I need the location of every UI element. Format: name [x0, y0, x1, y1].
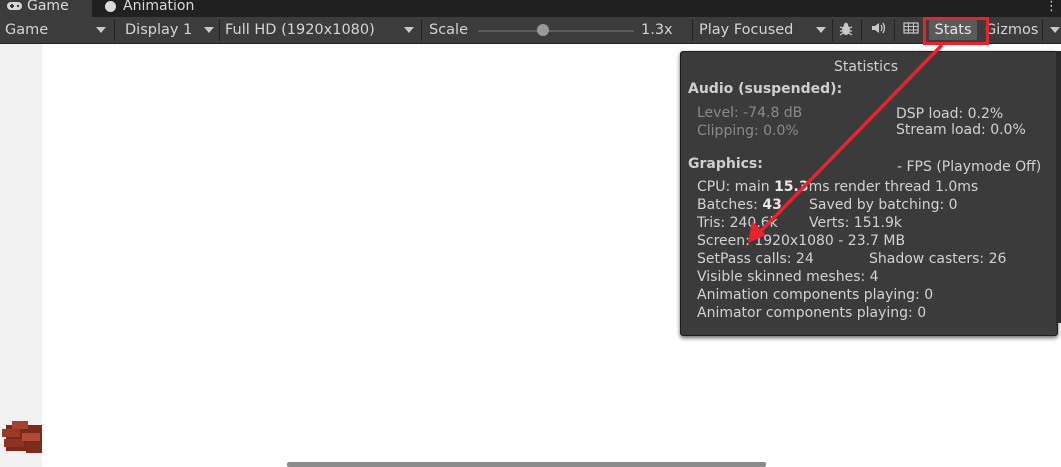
horizontal-scrollbar[interactable] — [287, 462, 766, 467]
stream-load: Stream load: 0.0% — [896, 122, 1026, 138]
display-dropdown[interactable]: Display 1 — [125, 17, 192, 43]
scale-value: 1.3x — [641, 22, 673, 38]
separator — [114, 19, 115, 41]
cpu-suffix: ms render thread 1.0ms — [808, 179, 979, 195]
setpass-calls: SetPass calls: 24 — [697, 251, 814, 267]
shadow-casters: Shadow casters: 26 — [869, 251, 1007, 267]
annotation-highlight-box — [923, 17, 989, 45]
separator — [421, 19, 422, 41]
scale-slider-handle[interactable] — [537, 24, 549, 36]
verts-stat: Verts: 151.9k — [809, 215, 902, 231]
graphics-header: Graphics: — [688, 156, 763, 172]
cpu-prefix: CPU: main — [697, 179, 775, 195]
mute-audio-icon[interactable] — [868, 21, 890, 39]
grid-icon[interactable] — [900, 21, 922, 39]
animation-clock-icon — [105, 1, 116, 12]
chevron-down-icon — [204, 27, 214, 33]
tab-game-label: Game — [27, 0, 69, 14]
resolution-dropdown[interactable]: Full HD (1920x1080) — [225, 17, 375, 43]
separator — [692, 19, 693, 41]
audio-clipping: Clipping: 0.0% — [697, 123, 799, 139]
dsp-load: DSP load: 0.2% — [896, 106, 1004, 122]
separator — [832, 19, 833, 41]
chevron-down-icon[interactable] — [1050, 27, 1060, 33]
gamepad-icon — [6, 0, 23, 15]
separator — [1042, 19, 1043, 41]
animator-components: Animator components playing: 0 — [697, 305, 927, 321]
animation-components: Animation components playing: 0 — [697, 287, 934, 303]
chevron-down-icon — [816, 27, 826, 33]
gizmos-button[interactable]: Gizmos — [985, 17, 1038, 43]
view-mode-dropdown[interactable]: Game — [5, 17, 48, 43]
saved-by-batching: Saved by batching: 0 — [809, 197, 958, 213]
chevron-down-icon — [404, 27, 414, 33]
scale-label: Scale — [429, 22, 469, 38]
more-options-icon[interactable]: ⋮ — [1045, 0, 1058, 14]
viewport-left-strip — [0, 44, 42, 467]
audio-header: Audio (suspended): — [688, 81, 843, 97]
statistics-title: Statistics — [834, 59, 898, 75]
cpu-stats: CPU: main 15.3ms render thread 1.0ms — [697, 179, 978, 195]
audio-level: Level: -74.8 dB — [697, 105, 803, 121]
tab-game[interactable]: Game — [0, 0, 92, 17]
separator — [894, 19, 895, 41]
chevron-down-icon — [96, 27, 106, 33]
scale-slider[interactable] — [478, 30, 634, 32]
fps-status: - FPS (Playmode Off) — [897, 159, 1040, 175]
panel-scrollbar[interactable] — [1056, 51, 1061, 323]
cpu-main-value: 15.3 — [774, 179, 809, 195]
separator — [861, 19, 862, 41]
bug-icon[interactable] — [836, 21, 856, 39]
scene-object-bricks — [2, 421, 42, 453]
play-mode-dropdown[interactable]: Play Focused — [699, 17, 793, 43]
batches-stat: Batches: 43 — [697, 197, 782, 213]
tab-animation-label: Animation — [123, 0, 195, 14]
screen-stat: Screen: 1920x1080 - 23.7 MB — [697, 233, 906, 249]
batches-prefix: Batches: — [697, 197, 763, 213]
skinned-meshes: Visible skinned meshes: 4 — [697, 269, 879, 285]
tab-animation[interactable]: Animation — [99, 0, 219, 17]
tab-bar: Game Animation ⋮ — [0, 0, 1061, 17]
separator — [219, 19, 220, 41]
game-toolbar: Game Display 1 Full HD (1920x1080) Scale… — [0, 17, 1061, 44]
batches-value: 43 — [762, 197, 782, 213]
tris-stat: Tris: 240.6k — [697, 215, 778, 231]
